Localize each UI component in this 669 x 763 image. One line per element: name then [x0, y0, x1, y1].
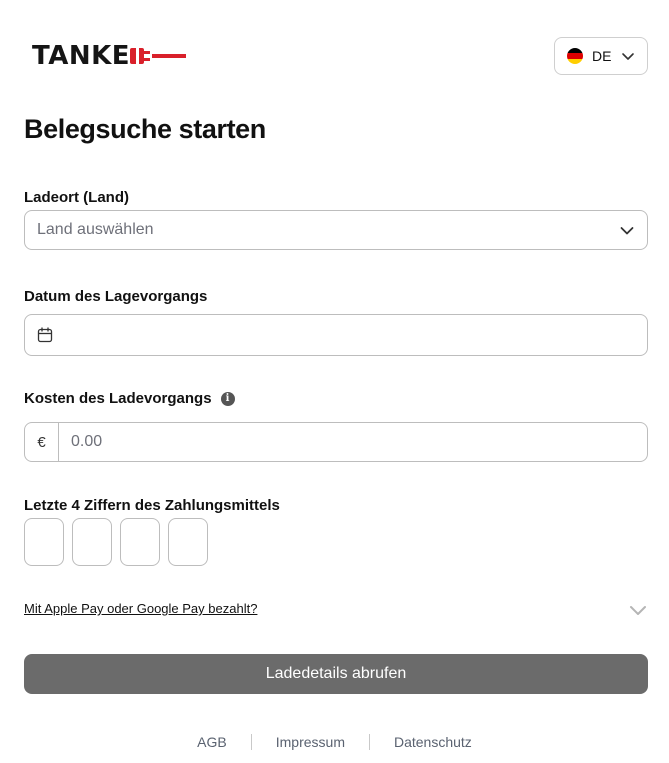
chevron-down-icon — [622, 53, 634, 60]
card-digits-group — [24, 518, 208, 566]
country-placeholder: Land auswählen — [37, 221, 154, 238]
footer: AGB Impressum Datenschutz — [0, 732, 669, 752]
plug-icon — [130, 48, 187, 64]
page-title: Belegsuche starten — [24, 114, 266, 144]
cost-input[interactable] — [59, 423, 647, 461]
cost-label-row: Kosten des Ladevorgangs i — [24, 390, 235, 407]
chevron-down-icon — [620, 227, 634, 235]
info-icon[interactable]: i — [220, 391, 235, 406]
header: TANKE DE — [0, 0, 669, 100]
footer-divider — [368, 734, 370, 750]
cost-input-group: € — [24, 422, 648, 462]
brand-logo[interactable]: TANKE — [32, 40, 188, 72]
date-label: Datum des Lagevorgangs — [24, 288, 208, 305]
card-digit-input-2[interactable] — [72, 518, 112, 566]
logo-text: TANKE — [32, 41, 131, 71]
cost-label: Kosten des Ladevorgangs — [24, 390, 212, 407]
wallet-payment-link[interactable]: Mit Apple Pay oder Google Pay bezahlt? — [24, 601, 257, 616]
footer-divider — [250, 734, 252, 750]
country-select[interactable]: Land auswählen — [24, 210, 648, 250]
country-label: Ladeort (Land) — [24, 189, 129, 206]
card-digits-label: Letzte 4 Ziffern des Zahlungsmittels — [24, 497, 280, 514]
card-digit-input-1[interactable] — [24, 518, 64, 566]
currency-symbol: € — [25, 423, 59, 461]
submit-button[interactable]: Ladedetails abrufen — [24, 654, 648, 694]
language-selector[interactable]: DE — [554, 37, 648, 75]
calendar-icon — [37, 327, 53, 343]
chevron-down-icon[interactable] — [629, 602, 647, 618]
card-digit-input-4[interactable] — [168, 518, 208, 566]
language-code: DE — [592, 48, 612, 64]
footer-link-impressum[interactable]: Impressum — [276, 734, 345, 750]
footer-link-datenschutz[interactable]: Datenschutz — [394, 734, 472, 750]
footer-link-agb[interactable]: AGB — [197, 734, 227, 750]
card-digit-input-3[interactable] — [120, 518, 160, 566]
date-input[interactable] — [24, 314, 648, 356]
germany-flag-icon — [567, 48, 583, 64]
